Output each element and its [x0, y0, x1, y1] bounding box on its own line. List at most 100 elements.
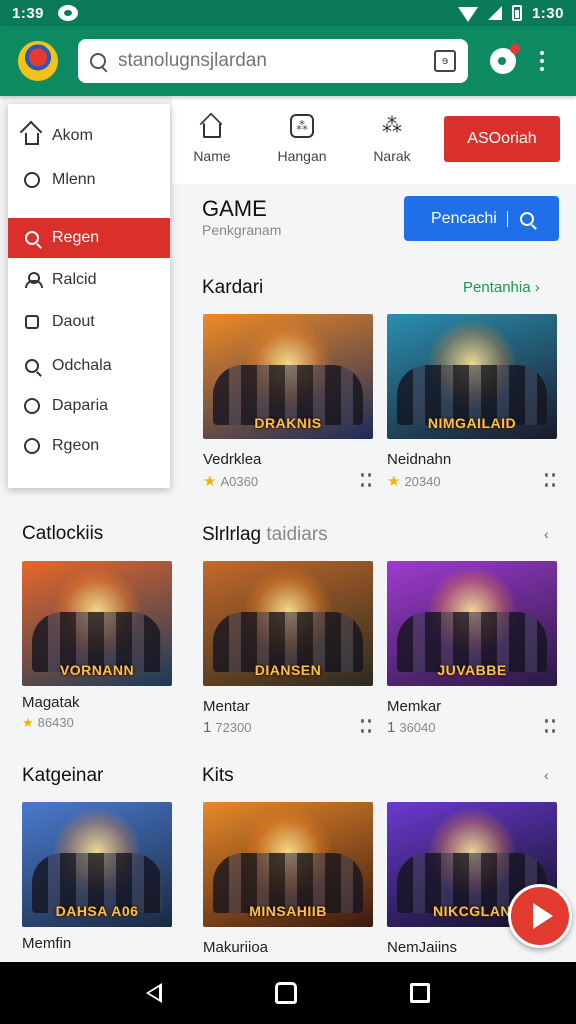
gift-icon: ⁂ [382, 115, 402, 137]
app-bar: ɘ [0, 26, 576, 96]
drawer-item-mlenn[interactable]: Mlenn [8, 160, 170, 200]
gamepad-icon [290, 114, 314, 138]
thumbnail-title: MINSAHIIB [249, 903, 327, 919]
status-time-right: 1:30 [531, 4, 564, 22]
promo-button[interactable]: ASOoriah [444, 116, 560, 162]
game-name: Magatak [22, 694, 80, 711]
game-thumbnail: MINSAHIIB [203, 802, 373, 927]
settings-icon [22, 396, 42, 416]
game-thumbnail: DAHSA A06 [22, 802, 172, 927]
chevron-left-icon[interactable]: ‹ [544, 526, 549, 542]
category-name[interactable]: Name [172, 114, 252, 164]
recent-apps-icon[interactable] [409, 983, 430, 1003]
game-name: Memkar [387, 698, 442, 715]
page-title: GAME [202, 196, 267, 221]
play-icon[interactable] [508, 884, 572, 948]
thumbnail-title: DIANSEN [254, 662, 322, 678]
drawer-item-regen[interactable]: Regen [8, 218, 170, 258]
navigation-drawer: Akom Mlenn Regen Ralcid Daout Odchala Da… [8, 104, 170, 488]
home-icon [203, 122, 221, 138]
wifi-icon [457, 6, 478, 22]
drawer-item-rgeon[interactable]: Rgeon [8, 426, 170, 466]
card-menu-icon[interactable] [361, 716, 371, 736]
thumbnail-title: DRAKNIS [254, 415, 322, 431]
thumbnail-title: JUVABBE [437, 662, 507, 678]
drawer-item-label: Akom [52, 127, 93, 144]
game-rating: 1 72300 [203, 719, 252, 736]
game-rating: ★ A0360 [203, 473, 259, 490]
home-icon[interactable] [274, 982, 297, 1004]
game-name: Makuriioa [203, 939, 269, 956]
drawer-item-label: Regen [52, 229, 100, 246]
game-thumbnail: DRAKNIS [203, 314, 373, 439]
bag-icon [22, 312, 42, 332]
game-rating: ★ 20340 [387, 473, 441, 490]
badge-icon: 1 [203, 719, 212, 736]
user-icon [22, 270, 43, 290]
game-card[interactable]: VORNANN Magatak ★ 86430 [22, 561, 172, 731]
drawer-item-label: Rgeon [52, 437, 100, 454]
drawer-item-ralcid[interactable]: Ralcid [8, 260, 170, 300]
game-rating: 1 36040 [387, 719, 436, 736]
category-label: Name [193, 148, 231, 164]
game-name: Memfin [22, 935, 72, 952]
section-link[interactable]: Pentanhia › [463, 279, 540, 296]
star-icon: ★ [387, 473, 401, 490]
game-thumbnail: VORNANN [22, 561, 172, 686]
drawer-item-label: Ralcid [52, 271, 97, 288]
game-rating: ★ 86430 [22, 715, 74, 730]
notification-icon [58, 5, 79, 21]
search-icon [22, 228, 42, 248]
thumbnail-title: DAHSA A06 [55, 903, 139, 919]
back-icon[interactable] [146, 983, 163, 1003]
signal-icon [487, 6, 502, 20]
drawer-item-odchala[interactable]: Odchala [8, 346, 170, 386]
search-button[interactable]: Pencachi [404, 196, 559, 241]
search-button-label: Pencachi [431, 209, 497, 227]
drawer-item-daparia[interactable]: Daparia [8, 386, 170, 426]
game-card[interactable]: MINSAHIIB Makuriioa ★90360 [203, 802, 373, 978]
category-narak[interactable]: ⁂ Narak [352, 114, 432, 164]
game-card[interactable]: NIMGAILAID Neidnahn ★ 20340 [387, 314, 557, 490]
card-menu-icon[interactable] [545, 716, 555, 736]
category-label: Hangan [277, 148, 327, 164]
card-menu-icon[interactable] [361, 470, 371, 490]
section-title: Kits [202, 765, 234, 786]
chevron-left-icon[interactable]: ‹ [544, 767, 549, 783]
category-label: Narak [373, 148, 411, 164]
section-title: Katgeinar [22, 765, 104, 786]
category-hangan[interactable]: Hangan [262, 114, 342, 164]
search-icon [519, 211, 534, 226]
section-title: Kardari [202, 277, 264, 298]
badge-icon: 1 [387, 719, 396, 736]
search-bar[interactable]: ɘ [78, 39, 468, 83]
game-thumbnail: NIMGAILAID [387, 314, 557, 439]
scan-icon[interactable]: ɘ [434, 50, 456, 72]
clock-icon [22, 170, 42, 190]
game-card[interactable]: DAHSA A06 Memfin [22, 802, 172, 952]
thumbnail-title: VORNANN [59, 662, 135, 678]
game-thumbnail: JUVABBE [387, 561, 557, 686]
star-icon: ★ [203, 473, 217, 490]
game-card[interactable]: DRAKNIS Vedrklea ★ A0360 [203, 314, 373, 490]
game-name: Mentar [203, 698, 250, 715]
drawer-item-label: Mlenn [52, 171, 96, 188]
search-input[interactable] [118, 50, 418, 72]
game-name: Neidnahn [387, 451, 452, 468]
app-logo-icon[interactable] [18, 41, 58, 81]
game-card[interactable]: JUVABBE Memkar 1 36040 [387, 561, 557, 736]
more-vert-icon[interactable] [540, 51, 544, 71]
section-title: Catlockiis [22, 523, 104, 544]
chat-icon[interactable] [490, 44, 520, 74]
notification-badge [510, 44, 520, 54]
star-icon: ★ [22, 715, 34, 730]
drawer-item-label: Daout [52, 313, 95, 330]
search-icon [90, 53, 106, 69]
card-menu-icon[interactable] [545, 470, 555, 490]
drawer-item-akom[interactable]: Akom [8, 116, 170, 156]
game-card[interactable]: DIANSEN Mentar 1 72300 [203, 561, 373, 736]
home-icon [22, 126, 42, 146]
thumbnail-title: NIMGAILAID [427, 415, 517, 431]
drawer-item-label: Daparia [52, 397, 109, 414]
drawer-item-daout[interactable]: Daout [8, 302, 170, 342]
